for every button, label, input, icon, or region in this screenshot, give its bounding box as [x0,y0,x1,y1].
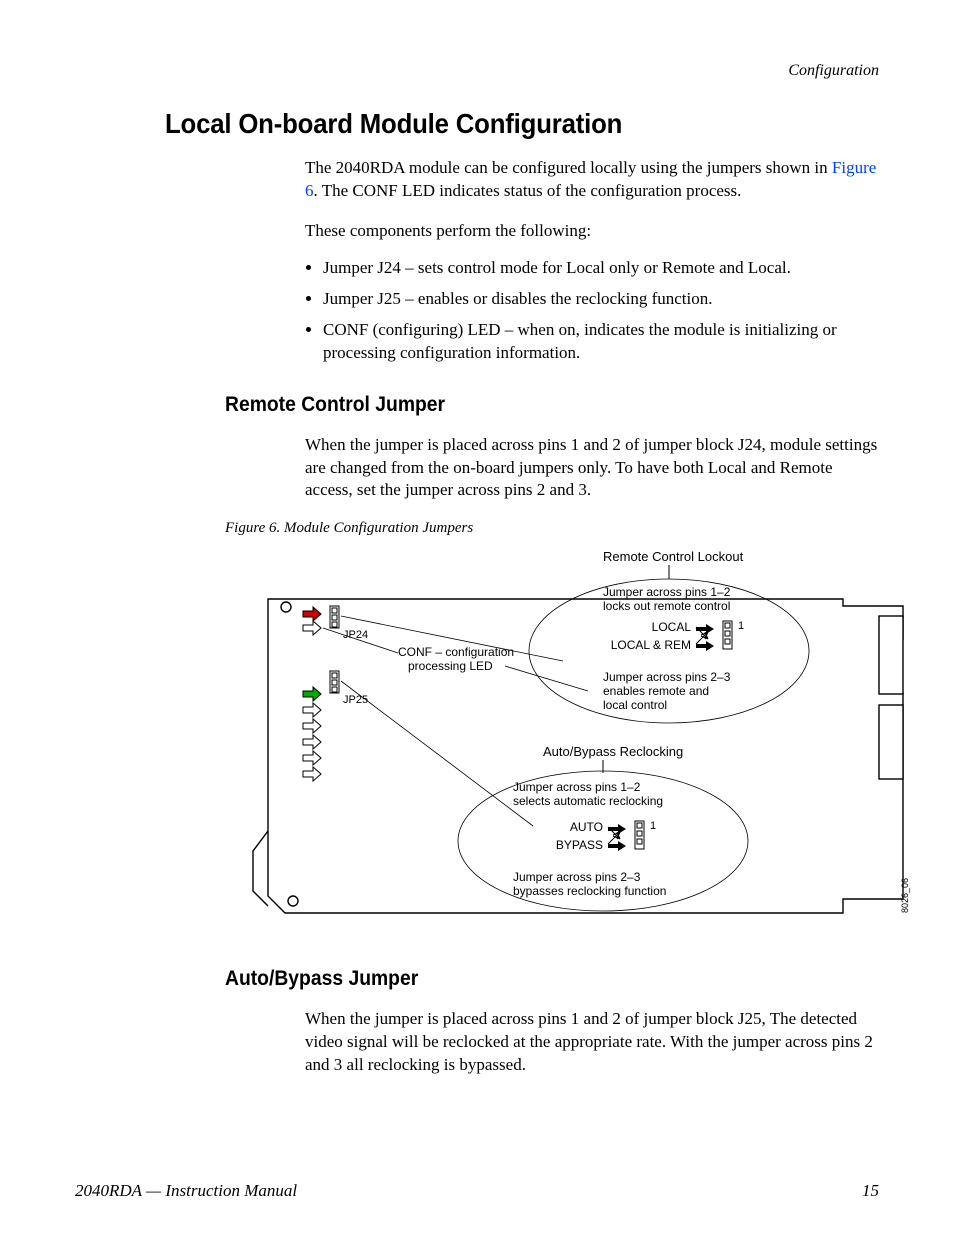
local-rem-label: LOCAL & REM [611,638,691,652]
auto-bypass-title: Auto/Bypass Reclocking [543,744,683,759]
heading-remote-control-jumper: Remote Control Jumper [225,393,827,417]
bullet-j25: Jumper J25 – enables or disables the rec… [323,288,879,311]
component-bullet-list: Jumper J24 – sets control mode for Local… [305,257,879,365]
auto-bypass-paragraph: When the jumper is placed across pins 1 … [305,1008,879,1077]
footer-page-number: 15 [862,1181,879,1201]
auto-call-2d: bypasses reclocking function [513,884,666,898]
remote-call-1a: Jumper across pins 1–2 [603,585,731,599]
intro-paragraph-2: These components perform the following: [305,220,879,243]
remote-lockout-title: Remote Control Lockout [603,549,744,564]
heading-auto-bypass-jumper: Auto/Bypass Jumper [225,967,827,991]
conf-label-2: processing LED [408,659,493,673]
intro-paragraph: The 2040RDA module can be configured loc… [305,157,879,203]
auto-label: AUTO [570,820,603,834]
auto-call-2a: Jumper across pins 1–2 [513,780,641,794]
local-label: LOCAL [652,620,692,634]
jp25-label: JP25 [343,694,368,706]
bypass-label: BYPASS [556,838,603,852]
running-header: Configuration [75,62,879,80]
remote-pin1: 1 [738,620,744,632]
remote-jumper-paragraph: When the jumper is placed across pins 1 … [305,434,879,503]
footer-doc-title: 2040RDA — Instruction Manual [75,1181,297,1201]
remote-call-1c: Jumper across pins 2–3 [603,670,731,684]
auto-call-2b: selects automatic reclocking [513,794,663,808]
auto-pin1: 1 [650,820,656,832]
remote-call-1b: locks out remote control [603,599,730,613]
drawing-number: 8026_06 [900,878,910,913]
figure-6-caption: Figure 6. Module Configuration Jumpers [225,520,879,537]
auto-call-2c: Jumper across pins 2–3 [513,870,641,884]
bullet-j24: Jumper J24 – sets control mode for Local… [323,257,879,280]
remote-call-1d: enables remote and [603,684,709,698]
remote-call-1e: local control [603,698,667,712]
bullet-conf-led: CONF (configuring) LED – when on, indica… [323,319,879,365]
intro-text-pre: The 2040RDA module can be configured loc… [305,158,832,177]
heading-local-onboard: Local On-board Module Configuration [165,108,822,140]
figure-6-diagram: JP24 JP25 Remote Control Lockout Jumper … [183,541,913,939]
conf-label-1: CONF – configuration [398,645,514,659]
intro-text-post: . The CONF LED indicates status of the c… [314,181,742,200]
